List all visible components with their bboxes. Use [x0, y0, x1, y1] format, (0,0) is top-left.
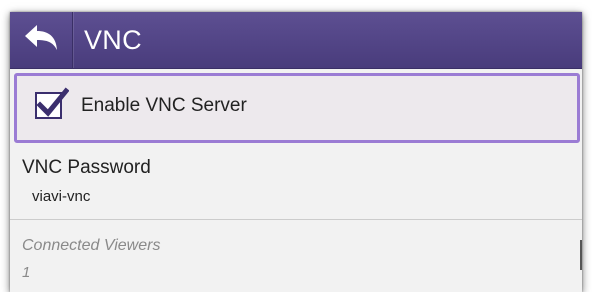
- vnc-password-value: viavi-vnc: [32, 188, 91, 205]
- connected-viewers-title: Connected Viewers: [22, 237, 161, 254]
- connected-viewers-value: 1: [22, 264, 31, 281]
- checkmark-icon: [36, 87, 69, 117]
- vnc-password-title: VNC Password: [22, 157, 151, 178]
- title-bar: VNC: [10, 12, 582, 69]
- connected-viewers-row: Connected Viewers 1: [10, 220, 582, 292]
- back-button[interactable]: [10, 12, 73, 68]
- enable-vnc-checkbox[interactable]: [35, 87, 69, 119]
- page-title: VNC: [84, 25, 142, 55]
- enable-vnc-label: Enable VNC Server: [81, 95, 247, 116]
- back-arrow-icon: [23, 23, 59, 58]
- vnc-password-row[interactable]: VNC Password viavi-vnc: [10, 145, 582, 220]
- scrollbar[interactable]: [580, 240, 582, 270]
- enable-vnc-server-row[interactable]: Enable VNC Server: [14, 73, 580, 143]
- vnc-settings-panel: VNC Enable VNC Server VNC Password viavi…: [10, 12, 582, 292]
